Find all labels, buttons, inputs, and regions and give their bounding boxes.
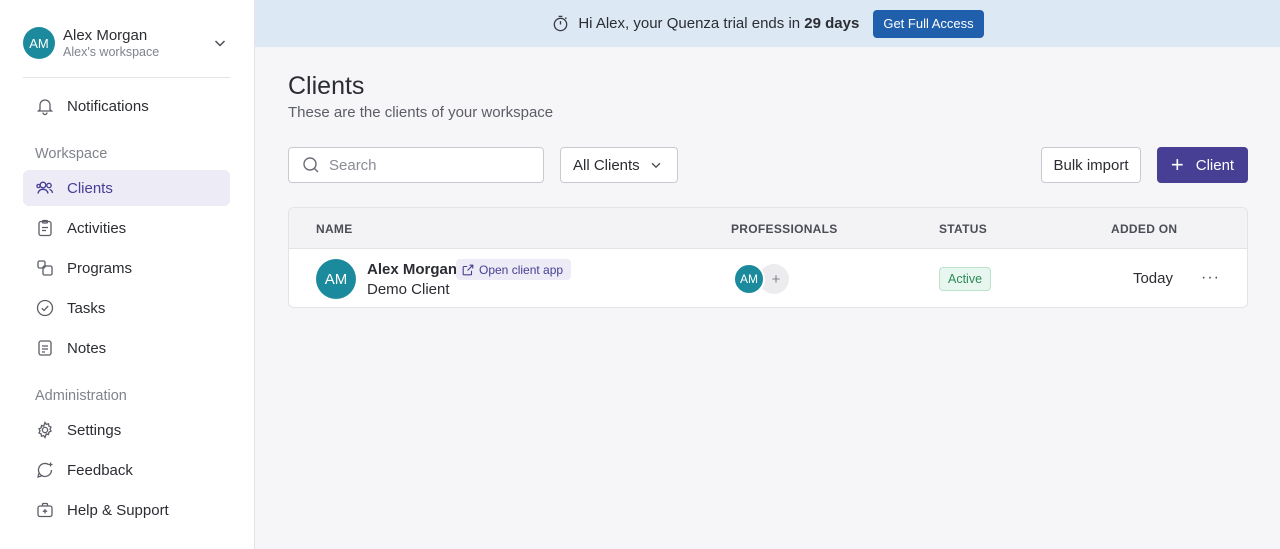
sidebar-item-activities[interactable]: Activities <box>23 210 230 246</box>
open-client-app-label: Open client app <box>479 262 564 277</box>
sidebar-divider <box>23 77 230 78</box>
sidebar-item-label: Settings <box>67 421 122 439</box>
sidebar-item-clients[interactable]: Clients <box>23 170 230 206</box>
column-header-added-on[interactable]: ADDED ON <box>1111 222 1177 236</box>
page-subtitle: These are the clients of your workspace <box>288 104 554 121</box>
filter-value: All Clients <box>573 156 640 174</box>
sidebar-item-programs[interactable]: Programs <box>23 250 230 286</box>
sidebar: AM Alex Morgan Alex's workspace Notifica… <box>0 0 255 549</box>
trial-banner: Hi Alex, your Quenza trial ends in 29 da… <box>255 0 1280 47</box>
banner-text: Hi Alex, your Quenza trial ends in 29 da… <box>578 15 859 32</box>
gear-icon <box>35 420 55 440</box>
professional-avatar: AM <box>733 263 765 295</box>
chevron-down-icon[interactable] <box>212 35 228 51</box>
check-circle-icon <box>35 298 55 318</box>
column-header-professionals: PROFESSIONALS <box>731 222 838 236</box>
sidebar-item-label: Tasks <box>67 299 106 317</box>
open-client-app-link[interactable]: Open client app <box>456 259 572 280</box>
programs-icon <box>35 258 55 278</box>
notes-icon <box>35 338 55 358</box>
search-box[interactable] <box>288 147 544 183</box>
sidebar-item-notifications[interactable]: Notifications <box>23 88 230 124</box>
sidebar-item-label: Feedback <box>67 461 133 479</box>
page-title: Clients <box>288 72 365 100</box>
table-row[interactable]: AM Alex Morgan Open client app Demo Clie… <box>289 249 1247 307</box>
profile-text: Alex Morgan Alex's workspace <box>63 27 212 60</box>
clients-table: NAME PROFESSIONALS STATUS ADDED ON AM Al… <box>288 207 1248 308</box>
sidebar-item-label: Programs <box>67 259 133 277</box>
external-link-icon <box>462 264 474 275</box>
add-client-button[interactable]: + Client <box>1157 147 1248 183</box>
users-icon <box>35 178 55 198</box>
search-input[interactable] <box>329 156 529 174</box>
sidebar-item-label: Clients <box>67 179 113 197</box>
workspace-name: Alex's workspace <box>63 44 160 59</box>
sidebar-item-feedback[interactable]: Feedback <box>23 452 230 488</box>
chevron-down-icon <box>651 162 661 169</box>
clipboard-icon <box>35 218 55 238</box>
table-header: NAME PROFESSIONALS STATUS ADDED ON <box>289 208 1247 249</box>
banner-content: Hi Alex, your Quenza trial ends in 29 da… <box>551 9 984 38</box>
sidebar-item-label: Notes <box>67 339 107 357</box>
profile-name: Alex Morgan <box>63 26 148 44</box>
help-icon <box>35 500 55 520</box>
client-name[interactable]: Alex Morgan <box>367 261 457 278</box>
status-badge: Active <box>939 267 992 291</box>
sidebar-item-notes[interactable]: Notes <box>23 330 230 366</box>
feedback-icon <box>35 460 55 480</box>
client-type: Demo Client <box>367 281 450 298</box>
row-more-menu-icon[interactable]: ··· <box>1201 269 1220 287</box>
added-on-value: Today <box>1132 270 1173 287</box>
banner-text-prefix: Hi Alex, your Quenza trial ends in <box>578 15 805 32</box>
section-label-workspace: Workspace <box>35 146 108 162</box>
section-label-administration: Administration <box>35 388 127 404</box>
sidebar-item-label: Notifications <box>67 97 149 115</box>
sidebar-item-settings[interactable]: Settings <box>23 412 230 448</box>
trial-days: 29 days <box>804 15 860 32</box>
plus-icon: + <box>1170 152 1184 177</box>
sidebar-item-label: Help & Support <box>67 501 169 519</box>
add-client-label: Client <box>1195 156 1235 174</box>
column-header-status[interactable]: STATUS <box>939 222 987 236</box>
sidebar-item-tasks[interactable]: Tasks <box>23 290 230 326</box>
workspace-switcher[interactable]: AM Alex Morgan Alex's workspace <box>23 22 230 64</box>
bell-icon <box>35 96 55 116</box>
stopwatch-icon <box>554 15 568 32</box>
search-icon <box>303 157 319 173</box>
column-header-name[interactable]: NAME <box>316 222 353 236</box>
client-avatar: AM <box>316 259 356 299</box>
sidebar-item-help-support[interactable]: Help & Support <box>23 492 230 528</box>
bulk-import-button[interactable]: Bulk import <box>1041 147 1141 183</box>
get-full-access-button[interactable]: Get Full Access <box>873 9 984 38</box>
sidebar-item-label: Activities <box>67 219 127 237</box>
avatar: AM <box>23 27 55 59</box>
client-filter-select[interactable]: All Clients <box>560 147 678 183</box>
